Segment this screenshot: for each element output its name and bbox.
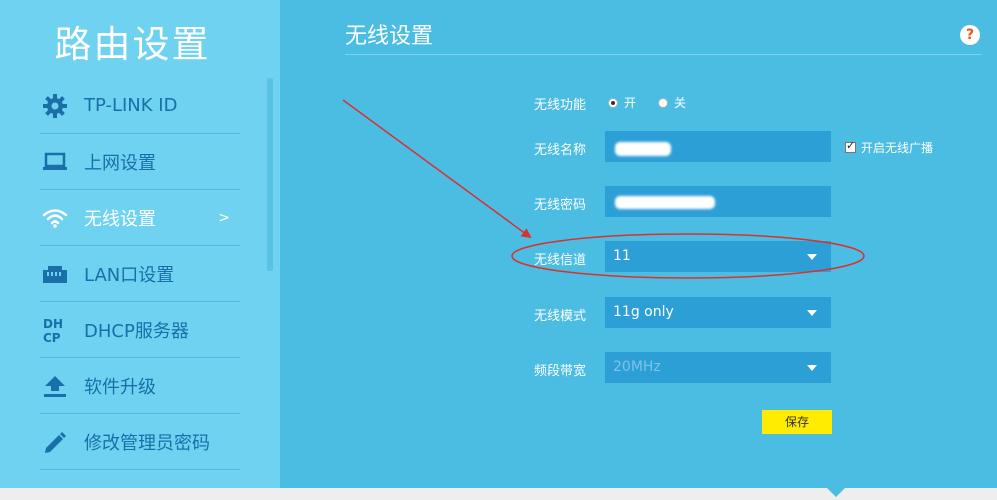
brand-title: 路由设置	[54, 23, 211, 66]
bandwidth-label: 频段带宽	[534, 364, 587, 379]
upload-icon	[40, 371, 70, 401]
mode-select[interactable]: 11g only	[605, 297, 831, 328]
sidebar-item-tplink-id[interactable]: TP-LINK ID	[40, 78, 240, 134]
sidebar-scrollbar[interactable]	[267, 78, 273, 271]
sidebar: 路由设置 TP-LINK ID 上网设置 无线设置 > LAN口设置 DH CP…	[0, 0, 280, 488]
laptop-icon	[40, 147, 70, 177]
broadcast-option[interactable]: 开启无线广播	[845, 139, 933, 156]
sidebar-item-dhcp[interactable]: DH CP DHCP服务器	[40, 302, 240, 358]
wireless-function-radios: 开 关	[608, 94, 686, 111]
chevron-down-icon	[807, 365, 817, 371]
wireless-function-label: 无线功能	[534, 98, 587, 113]
dhcp-icon: DH CP	[40, 315, 70, 345]
wireless-on-radio[interactable]	[608, 97, 618, 108]
mode-value: 11g only	[613, 304, 674, 320]
wireless-on-label: 开	[624, 96, 637, 110]
gear-icon	[40, 91, 70, 121]
sidebar-item-label: 修改管理员密码	[84, 432, 210, 454]
sidebar-item-internet[interactable]: 上网设置	[40, 134, 240, 190]
sidebar-nav: TP-LINK ID 上网设置 无线设置 > LAN口设置 DH CP DHCP…	[40, 78, 240, 470]
redacted-password	[615, 196, 715, 209]
sidebar-item-admin-password[interactable]: 修改管理员密码	[40, 414, 240, 470]
wireless-off-radio[interactable]	[658, 97, 669, 108]
sidebar-item-label: TP-LINK ID	[84, 95, 178, 116]
chevron-right-icon: >	[218, 209, 230, 226]
help-icon[interactable]: ?	[960, 25, 980, 45]
redacted-ssid	[615, 142, 671, 156]
channel-select[interactable]: 11	[605, 241, 831, 272]
sidebar-item-upgrade[interactable]: 软件升级	[40, 358, 240, 414]
bandwidth-value: 20MHz	[613, 359, 661, 375]
page-title: 无线设置	[345, 24, 434, 49]
wifi-icon	[40, 203, 70, 233]
sidebar-item-lan[interactable]: LAN口设置	[40, 246, 240, 302]
channel-value: 11	[613, 248, 631, 264]
save-button[interactable]: 保存	[762, 410, 832, 434]
chevron-down-icon	[807, 310, 817, 316]
svg-text:DH: DH	[43, 317, 63, 331]
sidebar-item-label: 无线设置	[84, 208, 156, 230]
sidebar-item-label: 软件升级	[84, 376, 156, 398]
password-input[interactable]	[605, 186, 831, 217]
mode-label: 无线模式	[534, 309, 587, 324]
sidebar-item-label: DHCP服务器	[84, 320, 189, 342]
ssid-input[interactable]	[605, 131, 831, 162]
pencil-icon	[40, 427, 70, 457]
svg-text:CP: CP	[43, 331, 61, 344]
footer-bar	[0, 488, 997, 500]
ethernet-port-icon	[40, 259, 70, 289]
title-divider	[345, 54, 982, 55]
footer-notch	[827, 488, 845, 497]
annotation-arrow	[342, 99, 532, 239]
sidebar-item-label: LAN口设置	[84, 264, 175, 286]
bandwidth-select[interactable]: 20MHz	[605, 352, 831, 383]
wireless-off-label: 关	[674, 96, 687, 110]
ssid-label: 无线名称	[534, 143, 587, 158]
chevron-down-icon	[807, 254, 817, 260]
channel-label: 无线信道	[534, 253, 587, 268]
broadcast-checkbox[interactable]	[845, 139, 856, 153]
password-label: 无线密码	[534, 198, 587, 213]
sidebar-item-label: 上网设置	[84, 152, 156, 174]
broadcast-label: 开启无线广播	[861, 141, 934, 155]
sidebar-item-wireless[interactable]: 无线设置 >	[40, 190, 240, 246]
